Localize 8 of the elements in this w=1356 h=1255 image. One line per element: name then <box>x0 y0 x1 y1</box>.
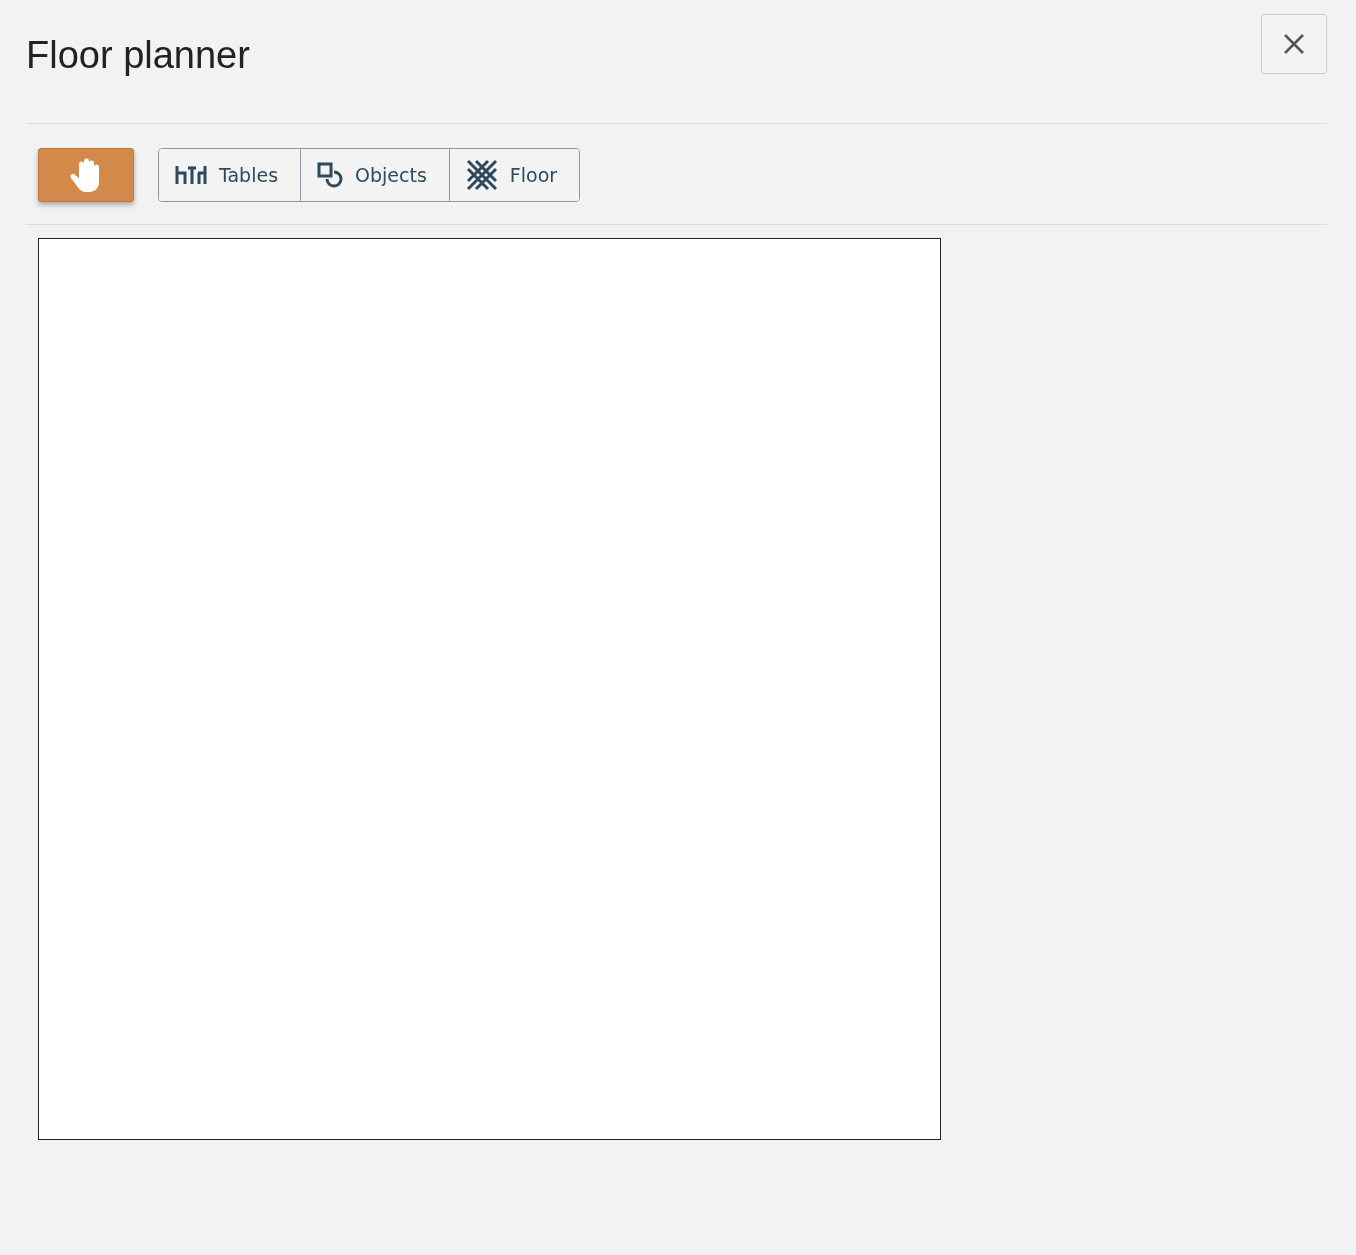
close-icon <box>1283 33 1305 55</box>
floor-button[interactable]: Floor <box>448 149 580 201</box>
tables-icon <box>175 164 207 186</box>
objects-icon <box>317 162 344 188</box>
floor-icon <box>465 159 498 191</box>
window-title: Floor planner <box>26 34 250 77</box>
close-button[interactable] <box>1261 14 1327 74</box>
hand-tool-button[interactable] <box>38 148 134 202</box>
